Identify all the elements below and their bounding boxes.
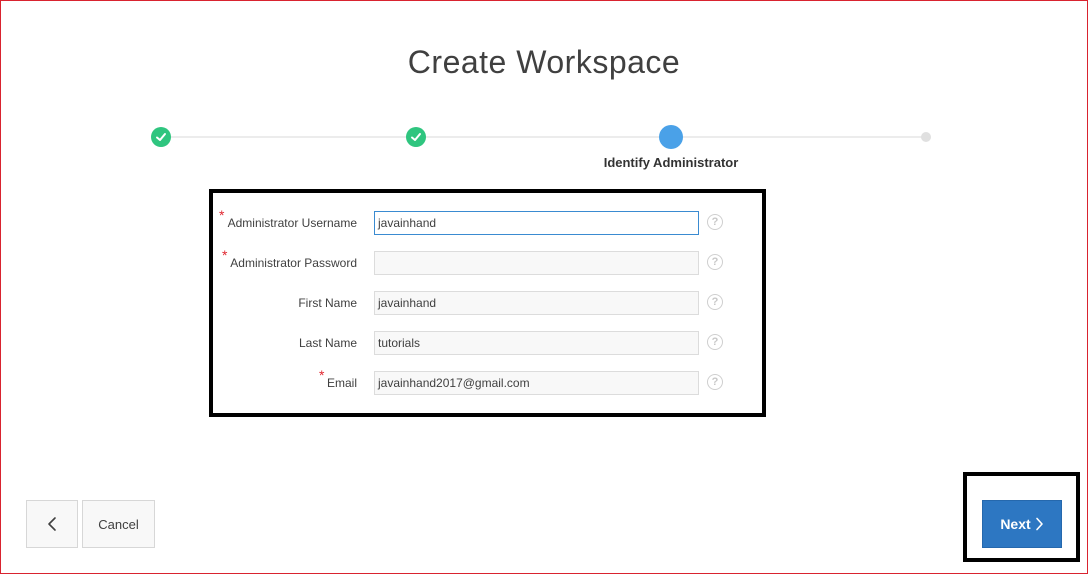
administrator-username-input[interactable]: javainhand bbox=[374, 211, 699, 235]
step-4-pending-icon bbox=[921, 132, 931, 142]
previous-button[interactable] bbox=[26, 500, 78, 548]
password-label: Administrator Password bbox=[230, 256, 357, 270]
last-name-row: Last Name tutorials ? bbox=[213, 331, 762, 357]
chevron-left-icon bbox=[48, 517, 56, 531]
required-marker: * bbox=[222, 247, 228, 263]
next-button-label: Next bbox=[1000, 516, 1031, 532]
page-title: Create Workspace bbox=[407, 44, 681, 80]
first-name-input[interactable]: javainhand bbox=[374, 291, 699, 315]
check-icon bbox=[411, 133, 421, 141]
cancel-button-label: Cancel bbox=[98, 516, 139, 532]
step-3-current-icon bbox=[659, 125, 683, 149]
step-1-complete-icon bbox=[151, 127, 171, 147]
last-name-input[interactable]: tutorials bbox=[374, 331, 699, 355]
required-marker: * bbox=[319, 367, 325, 383]
last-name-label: Last Name bbox=[298, 336, 357, 350]
first-name-label: First Name bbox=[298, 296, 357, 310]
help-icon[interactable]: ? bbox=[707, 334, 723, 350]
administrator-password-input[interactable] bbox=[374, 251, 699, 275]
step-2-complete-icon bbox=[406, 127, 426, 147]
help-icon[interactable]: ? bbox=[707, 254, 723, 270]
progress-track-line bbox=[161, 136, 926, 138]
administrator-form: * Administrator Username javainhand ? * … bbox=[209, 189, 766, 417]
help-icon[interactable]: ? bbox=[707, 374, 723, 390]
email-input[interactable]: javainhand2017@gmail.com bbox=[374, 371, 699, 395]
help-icon[interactable]: ? bbox=[707, 214, 723, 230]
cancel-button[interactable]: Cancel bbox=[82, 500, 155, 548]
required-marker: * bbox=[219, 207, 225, 223]
next-button[interactable]: Next bbox=[982, 500, 1062, 548]
username-label: Administrator Username bbox=[227, 216, 357, 230]
first-name-row: First Name javainhand ? bbox=[213, 291, 762, 317]
password-row: * Administrator Password ? bbox=[213, 247, 762, 277]
current-step-label: Identify Administrator bbox=[603, 155, 739, 170]
email-row: * Email javainhand2017@gmail.com ? bbox=[213, 367, 762, 397]
check-icon bbox=[156, 133, 166, 141]
help-icon[interactable]: ? bbox=[707, 294, 723, 310]
chevron-right-icon bbox=[1035, 517, 1043, 531]
username-row: * Administrator Username javainhand ? bbox=[213, 207, 762, 237]
email-label: Email bbox=[326, 376, 357, 390]
